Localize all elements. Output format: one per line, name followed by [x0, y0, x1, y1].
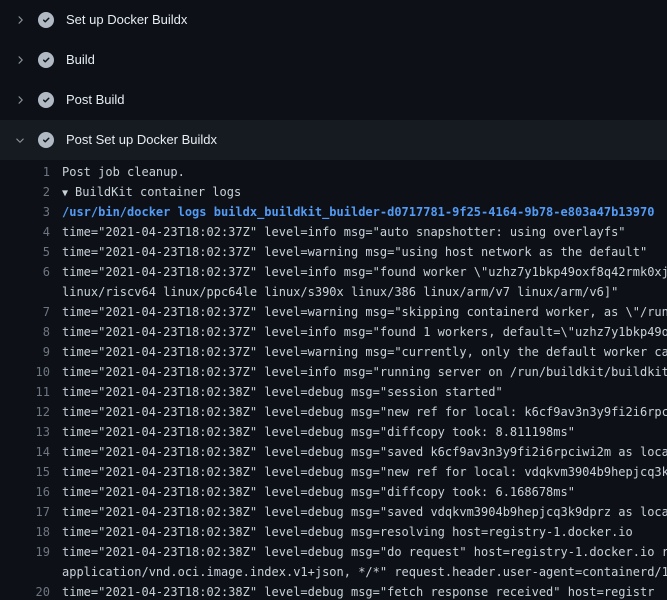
- log-line-number[interactable]: 20: [0, 582, 50, 600]
- step-label: Post Build: [66, 92, 125, 108]
- log-line-5: 5time="2021-04-23T18:02:37Z" level=warni…: [0, 242, 667, 262]
- step-header-post-set-up-docker-buildx[interactable]: Post Set up Docker Buildx: [0, 120, 667, 160]
- log-line-number[interactable]: 5: [0, 242, 50, 262]
- check-circle-icon: [38, 92, 54, 108]
- log-line-text: time="2021-04-23T18:02:37Z" level=info m…: [50, 362, 667, 382]
- log-line-text: linux/riscv64 linux/ppc64le linux/s390x …: [50, 282, 618, 302]
- log-line-text: time="2021-04-23T18:02:38Z" level=debug …: [50, 542, 667, 562]
- log-line-8: 8time="2021-04-23T18:02:37Z" level=info …: [0, 322, 667, 342]
- log-line-text: time="2021-04-23T18:02:37Z" level=info m…: [50, 222, 626, 242]
- log-line-number[interactable]: 14: [0, 442, 50, 462]
- steps-list: Set up Docker Buildx Build Post Build Post …: [0, 0, 667, 160]
- log-line-text: time="2021-04-23T18:02:38Z" level=debug …: [50, 582, 654, 600]
- log-line-text: time="2021-04-23T18:02:37Z" level=warnin…: [50, 342, 667, 362]
- log-line-6-wrap: linux/riscv64 linux/ppc64le linux/s390x …: [0, 282, 667, 302]
- log-line-10: 10time="2021-04-23T18:02:37Z" level=info…: [0, 362, 667, 382]
- check-circle-icon: [38, 12, 54, 28]
- log-command-text: /usr/bin/docker logs buildx_buildkit_bui…: [50, 202, 654, 222]
- log-line-number[interactable]: 6: [0, 262, 50, 282]
- log-line-number[interactable]: 3: [0, 202, 50, 222]
- log-line-text: time="2021-04-23T18:02:38Z" level=debug …: [50, 382, 503, 402]
- check-circle-icon: [38, 52, 54, 68]
- log-line-17: 17time="2021-04-23T18:02:38Z" level=debu…: [0, 502, 667, 522]
- log-line-number[interactable]: 12: [0, 402, 50, 422]
- check-circle-icon: [38, 132, 54, 148]
- log-line-text: time="2021-04-23T18:02:38Z" level=debug …: [50, 482, 575, 502]
- log-line-text: time="2021-04-23T18:02:37Z" level=info m…: [50, 322, 667, 342]
- log-line-number: [0, 282, 50, 302]
- chevron-right-icon: [12, 92, 28, 108]
- log-line-number[interactable]: 19: [0, 542, 50, 562]
- log-line-number: [0, 562, 50, 582]
- log-line-18: 18time="2021-04-23T18:02:38Z" level=debu…: [0, 522, 667, 542]
- log-line-text: time="2021-04-23T18:02:38Z" level=debug …: [50, 462, 667, 482]
- log-line-14: 14time="2021-04-23T18:02:38Z" level=debu…: [0, 442, 667, 462]
- step-header-build[interactable]: Build: [0, 40, 667, 80]
- chevron-down-icon: [12, 132, 28, 148]
- log-line-4: 4time="2021-04-23T18:02:37Z" level=info …: [0, 222, 667, 242]
- log-line-text: time="2021-04-23T18:02:37Z" level=info m…: [50, 262, 667, 282]
- log-line-text: time="2021-04-23T18:02:38Z" level=debug …: [50, 422, 575, 442]
- step-label: Post Set up Docker Buildx: [66, 132, 217, 148]
- log-line-7: 7time="2021-04-23T18:02:37Z" level=warni…: [0, 302, 667, 322]
- log-line-number[interactable]: 9: [0, 342, 50, 362]
- step-header-post-build[interactable]: Post Build: [0, 80, 667, 120]
- log-line-3: 3/usr/bin/docker logs buildx_buildkit_bu…: [0, 202, 667, 222]
- log-line-number[interactable]: 16: [0, 482, 50, 502]
- log-line-number[interactable]: 1: [0, 162, 50, 182]
- log-line-number[interactable]: 15: [0, 462, 50, 482]
- log-line-number[interactable]: 18: [0, 522, 50, 542]
- log-line-number[interactable]: 7: [0, 302, 50, 322]
- log-line-number[interactable]: 8: [0, 322, 50, 342]
- step-label: Build: [66, 52, 95, 68]
- log-line-number[interactable]: 2: [0, 182, 50, 202]
- chevron-right-icon: [12, 52, 28, 68]
- log-line-6: 6time="2021-04-23T18:02:37Z" level=info …: [0, 262, 667, 282]
- log-line-16: 16time="2021-04-23T18:02:38Z" level=debu…: [0, 482, 667, 502]
- log-line-number[interactable]: 17: [0, 502, 50, 522]
- step-header-set-up-docker-buildx[interactable]: Set up Docker Buildx: [0, 0, 667, 40]
- log-line-number[interactable]: 4: [0, 222, 50, 242]
- log-line-text: application/vnd.oci.image.index.v1+json,…: [50, 562, 667, 582]
- log-line-1: 1Post job cleanup.: [0, 162, 667, 182]
- log-line-2[interactable]: 2▼BuildKit container logs: [0, 182, 667, 202]
- log-line-text: ▼BuildKit container logs: [50, 182, 241, 202]
- log-line-12: 12time="2021-04-23T18:02:38Z" level=debu…: [0, 402, 667, 422]
- log-line-19-wrap: application/vnd.oci.image.index.v1+json,…: [0, 562, 667, 582]
- log-line-text: time="2021-04-23T18:02:38Z" level=debug …: [50, 442, 667, 462]
- log-line-number[interactable]: 13: [0, 422, 50, 442]
- log-line-text: time="2021-04-23T18:02:37Z" level=warnin…: [50, 242, 647, 262]
- log-line-9: 9time="2021-04-23T18:02:37Z" level=warni…: [0, 342, 667, 362]
- log-line-13: 13time="2021-04-23T18:02:38Z" level=debu…: [0, 422, 667, 442]
- log-line-number[interactable]: 10: [0, 362, 50, 382]
- log-line-text: time="2021-04-23T18:02:38Z" level=debug …: [50, 402, 667, 422]
- log-line-20: 20time="2021-04-23T18:02:38Z" level=debu…: [0, 582, 667, 600]
- workflow-log-viewer: Set up Docker Buildx Build Post Build Post …: [0, 0, 667, 600]
- log-container: 1Post job cleanup.2▼BuildKit container l…: [0, 160, 667, 600]
- step-label: Set up Docker Buildx: [66, 12, 187, 28]
- log-line-text: time="2021-04-23T18:02:37Z" level=warnin…: [50, 302, 667, 322]
- log-line-15: 15time="2021-04-23T18:02:38Z" level=debu…: [0, 462, 667, 482]
- log-line-text: Post job cleanup.: [50, 162, 185, 182]
- chevron-right-icon: [12, 12, 28, 28]
- log-line-text: time="2021-04-23T18:02:38Z" level=debug …: [50, 502, 667, 522]
- log-line-11: 11time="2021-04-23T18:02:38Z" level=debu…: [0, 382, 667, 402]
- log-line-text: time="2021-04-23T18:02:38Z" level=debug …: [50, 522, 633, 542]
- log-line-19: 19time="2021-04-23T18:02:38Z" level=debu…: [0, 542, 667, 562]
- group-collapse-icon[interactable]: ▼: [62, 188, 68, 199]
- log-line-number[interactable]: 11: [0, 382, 50, 402]
